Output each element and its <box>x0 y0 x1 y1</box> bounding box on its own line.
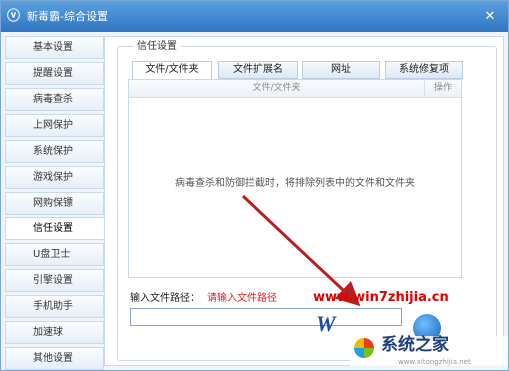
title-bar[interactable]: ⓥ 新毒霸-综合设置 ✕ <box>1 1 508 32</box>
sidebar-item-label: 上网保护 <box>33 120 73 131</box>
tab-system-repair-items[interactable]: 系统修复项 <box>385 61 463 79</box>
tab-file-extensions[interactable]: 文件扩展名 <box>218 61 298 79</box>
close-button[interactable]: ✕ <box>479 9 501 25</box>
sidebar-item-virus-scan[interactable]: 病毒查杀 <box>5 88 104 111</box>
sidebar-item-phone-assistant[interactable]: 手机助手 <box>5 295 104 318</box>
path-label: 输入文件路径： <box>130 293 200 304</box>
sidebar-item-label: 病毒查杀 <box>33 94 73 105</box>
watermark-small-url: www.xitongzhijia.net <box>398 358 471 366</box>
tab-urls[interactable]: 网址 <box>302 61 380 79</box>
sidebar-item-label: 手机助手 <box>33 301 73 312</box>
path-hint: 请输入文件路径 <box>207 293 277 304</box>
sidebar-item-usb-guard[interactable]: U盘卫士 <box>5 243 104 266</box>
sidebar-item-label: 其他设置 <box>33 353 73 364</box>
column-header-operation[interactable]: 操作 <box>425 80 461 97</box>
sidebar-item-label: 提醒设置 <box>33 68 73 79</box>
sidebar-item-shopping-guard[interactable]: 网购保镖 <box>5 192 104 215</box>
sidebar-item-trust-settings[interactable]: 信任设置 <box>5 217 109 240</box>
sidebar-item-label: 基本设置 <box>33 42 73 53</box>
sidebar-item-label: U盘卫士 <box>33 249 71 260</box>
file-path-input[interactable] <box>130 308 402 326</box>
list-header: 文件/文件夹 操作 <box>129 80 461 98</box>
sidebar-item-label: 引擎设置 <box>33 275 73 286</box>
sidebar-item-basic[interactable]: 基本设置 <box>5 36 104 59</box>
sidebar-item-label: 信任设置 <box>33 223 73 234</box>
sidebar-item-other[interactable]: 其他设置 <box>5 347 104 370</box>
sidebar-item-label: 系统保护 <box>33 146 73 157</box>
empty-list-hint: 病毒查杀和防御拦截时，将排除列表中的文件和文件夹 <box>175 178 415 189</box>
sidebar-item-label: 加速球 <box>33 327 63 338</box>
window-title: 新毒霸-综合设置 <box>27 10 108 23</box>
settings-sidebar: 基本设置 提醒设置 病毒查杀 上网保护 系统保护 游戏保护 网购保镖 信任设置 … <box>5 36 109 370</box>
group-title: 信任设置 <box>133 40 181 53</box>
sidebar-item-engine[interactable]: 引擎设置 <box>5 269 104 292</box>
tab-files-folders[interactable]: 文件/文件夹 <box>132 61 212 80</box>
watermark-brand: 系统之家 <box>381 335 449 355</box>
watermark-brand-logo-icon <box>354 338 374 358</box>
duba-logo-icon: ⓥ <box>7 9 21 24</box>
sidebar-item-label: 游戏保护 <box>33 172 73 183</box>
sidebar-item-system-protection[interactable]: 系统保护 <box>5 140 104 163</box>
sidebar-item-game-protection[interactable]: 游戏保护 <box>5 166 104 189</box>
sidebar-item-web-protection[interactable]: 上网保护 <box>5 114 104 137</box>
sidebar-item-speed-ball[interactable]: 加速球 <box>5 321 104 344</box>
column-header-file[interactable]: 文件/文件夹 <box>129 80 425 97</box>
watermark-logo-letter: W <box>316 311 336 336</box>
sidebar-item-reminder[interactable]: 提醒设置 <box>5 62 104 85</box>
trust-list[interactable]: 文件/文件夹 操作 病毒查杀和防御拦截时，将排除列表中的文件和文件夹 <box>128 79 462 278</box>
sidebar-item-label: 网购保镖 <box>33 198 73 209</box>
watermark-url: www.win7zhijia.cn <box>313 290 449 305</box>
